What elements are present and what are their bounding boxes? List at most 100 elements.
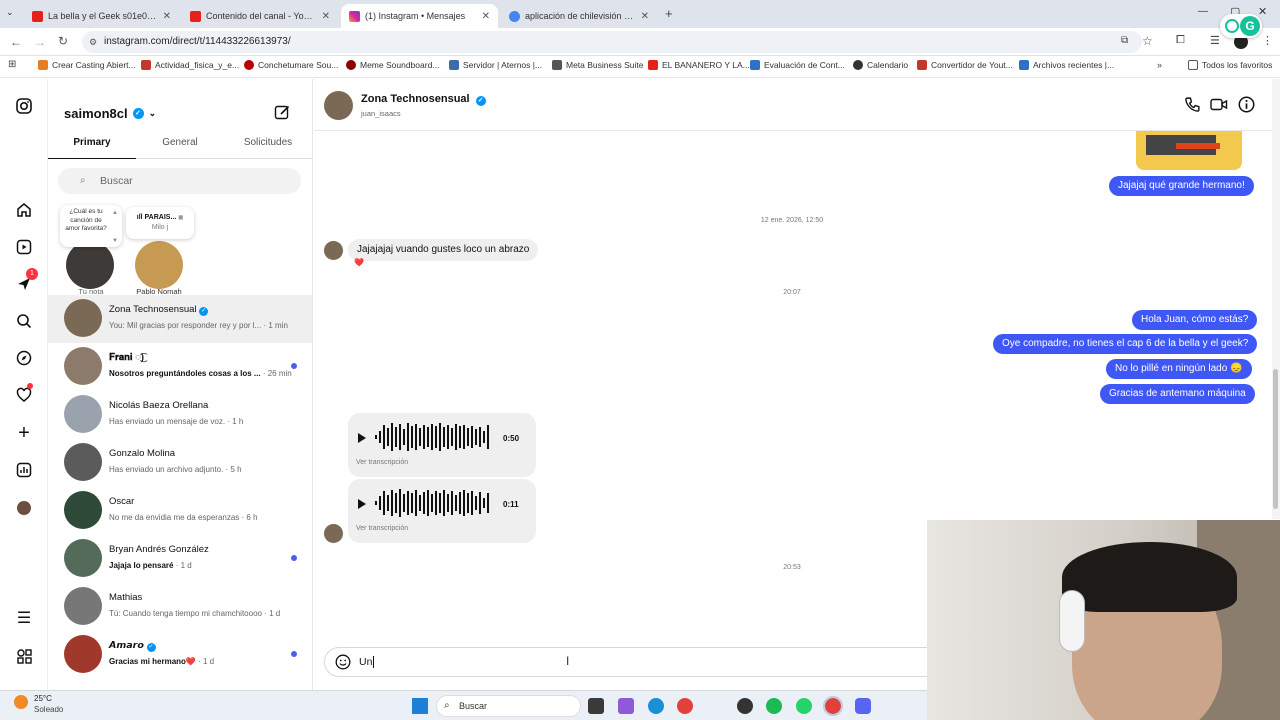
tab-primary[interactable]: Primary	[48, 137, 136, 159]
conversation-item[interactable]: 𝐅𝐫𝐚𝐧𝐢 ◌͜͡) Nosotros preguntándoles cosas…	[48, 343, 312, 391]
bookmark-6[interactable]: EL BANANERO Y LA...	[648, 60, 750, 70]
search-input[interactable]: ⌕ Buscar	[58, 168, 301, 194]
explore-compass-icon[interactable]	[14, 348, 34, 368]
discord-icon[interactable]	[855, 698, 871, 714]
minimize-icon[interactable]: —	[1198, 6, 1208, 17]
outgoing-message[interactable]: Gracias de antemano máquina	[1100, 384, 1255, 404]
outgoing-message[interactable]: Hola Juan, cómo estás?	[1132, 310, 1258, 330]
url-field[interactable]: ⚙ instagram.com/direct/t/114433226613973…	[82, 31, 1142, 53]
bookmark-7[interactable]: Evaluación de Cont...	[750, 60, 845, 70]
window-close-icon[interactable]: ✕	[1258, 5, 1267, 18]
close-icon[interactable]: ✕	[641, 11, 649, 22]
close-icon[interactable]: ✕	[322, 11, 330, 22]
copilot-icon[interactable]	[618, 698, 634, 714]
task-view-icon[interactable]	[588, 698, 604, 714]
voice-message[interactable]: 0:11 Ver transcripción	[348, 479, 536, 543]
all-bookmarks-folder[interactable]: Todos los favoritos	[1188, 60, 1272, 70]
dashboard-chart-icon[interactable]	[14, 460, 34, 480]
messages-icon[interactable]: 1	[14, 268, 38, 294]
extension-popup-widget[interactable]: G	[1220, 14, 1262, 38]
chat-scrollbar[interactable]	[1272, 79, 1280, 519]
apps-grid-icon[interactable]: ⊞	[8, 59, 16, 70]
profile-avatar-icon[interactable]	[14, 498, 34, 518]
bookmark-4[interactable]: Servidor | Aternos |...	[449, 60, 542, 70]
heart-reaction[interactable]: ❤️	[354, 258, 364, 267]
capcut-icon[interactable]	[737, 698, 753, 714]
contact-avatar[interactable]	[324, 91, 353, 120]
taskbar-search[interactable]: ⌕ Buscar	[436, 695, 581, 717]
chrome-active-icon[interactable]	[823, 696, 843, 716]
view-transcript-link[interactable]: Ver transcripción	[356, 525, 408, 532]
tab-general[interactable]: General	[136, 137, 224, 148]
browser-tab-1[interactable]: Contenido del canal - YouTube ✕	[182, 4, 338, 28]
install-app-icon[interactable]: ⧉	[1121, 35, 1128, 46]
meta-apps-icon[interactable]	[14, 646, 34, 666]
bookmark-1[interactable]: Actividad_fisica_y_e...	[141, 60, 239, 70]
view-transcript-link[interactable]: Ver transcripción	[356, 459, 408, 466]
outgoing-message[interactable]: Oye compadre, no tienes el cap 6 de la b…	[993, 334, 1258, 354]
whatsapp-icon[interactable]	[796, 698, 812, 714]
windows-start-icon[interactable]	[412, 698, 428, 714]
back-arrow-icon[interactable]: ←	[10, 35, 22, 49]
new-message-compose-icon[interactable]	[274, 104, 290, 125]
emoji-picker-icon[interactable]	[335, 654, 351, 675]
conversation-item[interactable]: Gonzalo Molina Has enviado un archivo ad…	[48, 439, 312, 487]
close-icon[interactable]: ✕	[163, 11, 171, 22]
play-icon[interactable]	[358, 433, 366, 443]
home-icon[interactable]	[14, 200, 34, 220]
reload-icon[interactable]: ↻	[58, 34, 68, 48]
menu-dots-icon[interactable]: ⋮	[1262, 34, 1273, 47]
conversation-item[interactable]: Nicolás Baeza Orellana Has enviado un me…	[48, 391, 312, 439]
bookmark-10[interactable]: Archivos recientes |...	[1019, 60, 1114, 70]
bookmarks-overflow-icon[interactable]: »	[1157, 60, 1162, 70]
bookmark-9[interactable]: Convertidor de Yout...	[917, 60, 1013, 70]
tab-search-chevron-icon[interactable]: ⌄	[6, 7, 14, 18]
weather-temperature[interactable]: 25°C	[34, 694, 52, 703]
bookmark-0[interactable]: Crear Casting Abiert...	[38, 60, 136, 70]
outgoing-message[interactable]: Jajajaj qué grande hermano!	[1109, 176, 1254, 196]
play-icon[interactable]	[358, 499, 366, 509]
conversation-item[interactable]: Oscar No me da envidia me da esperanzas …	[48, 487, 312, 535]
phone-call-icon[interactable]	[1184, 96, 1201, 118]
shared-media-thumbnail[interactable]	[1136, 131, 1242, 170]
reels-icon[interactable]	[14, 237, 34, 257]
bookmark-8[interactable]: Calendario	[853, 60, 908, 70]
incoming-message[interactable]: Jajajajaj vuando gustes loco un abrazo	[348, 239, 539, 261]
extensions-icon[interactable]: ⧠	[1176, 34, 1185, 47]
video-call-icon[interactable]	[1210, 96, 1228, 118]
message-input[interactable]: Un	[359, 656, 375, 668]
account-switcher[interactable]: saimon8cl ✓ ⌄	[64, 106, 156, 121]
chrome-icon[interactable]	[677, 698, 693, 714]
new-tab-plus-icon[interactable]: +	[665, 6, 673, 21]
site-info-icon[interactable]: ⚙	[89, 31, 97, 53]
bookmark-star-icon[interactable]: ☆	[1142, 34, 1153, 48]
forward-arrow-icon[interactable]: →	[34, 35, 46, 49]
tab-requests[interactable]: Solicitudes	[224, 137, 312, 148]
conversation-info-icon[interactable]	[1238, 96, 1255, 118]
conversation-item[interactable]: Zona Technosensual ✓ You: Mil gracias po…	[48, 295, 312, 343]
contact-name[interactable]: Zona Technosensual ✓	[361, 93, 486, 106]
conversation-item[interactable]: Mathias Tú: Cuando tenga tiempo mi chamc…	[48, 583, 312, 631]
conversation-item[interactable]: Bryan Andrés González Jajaja lo pensaré …	[48, 535, 312, 583]
more-menu-icon[interactable]: ☰	[14, 608, 34, 628]
scrollbar-thumb[interactable]	[1273, 369, 1278, 509]
browser-tab-0[interactable]: La bella y el Geek s01e07 - YouT ✕	[24, 4, 179, 28]
bookmark-5[interactable]: Meta Business Suite	[552, 60, 643, 70]
voice-message[interactable]: 0:50 Ver transcripción	[348, 413, 536, 477]
reading-list-icon[interactable]: ☰	[1210, 34, 1220, 47]
edge-icon[interactable]	[648, 698, 664, 714]
close-icon[interactable]: ✕	[482, 11, 490, 22]
weather-sun-icon[interactable]	[14, 695, 28, 709]
spotify-icon[interactable]	[766, 698, 782, 714]
bookmark-3[interactable]: Meme Soundboard...	[346, 60, 439, 70]
your-note[interactable]: ¿Cuál es tu canción de amor favorita? ▲ …	[60, 205, 122, 296]
bookmark-2[interactable]: Conchetumare Sou...	[244, 60, 338, 70]
friend-note-music[interactable]: ıll PARAIS... ◼ Milo j Pablo Nomah	[126, 205, 194, 296]
create-plus-icon[interactable]: +	[14, 422, 34, 444]
conversation-item[interactable]: 𝘼𝙢𝙖𝙧𝙤 ✓ Gracias mi hermano❤️ · 1 d	[48, 631, 312, 679]
instagram-logo-icon[interactable]	[14, 96, 34, 116]
search-icon[interactable]	[14, 311, 34, 331]
notifications-heart-icon[interactable]	[14, 383, 34, 405]
outgoing-message[interactable]: No lo pillé en ningún lado 😞	[1106, 359, 1252, 379]
message-composer[interactable]: Un I	[324, 647, 934, 677]
